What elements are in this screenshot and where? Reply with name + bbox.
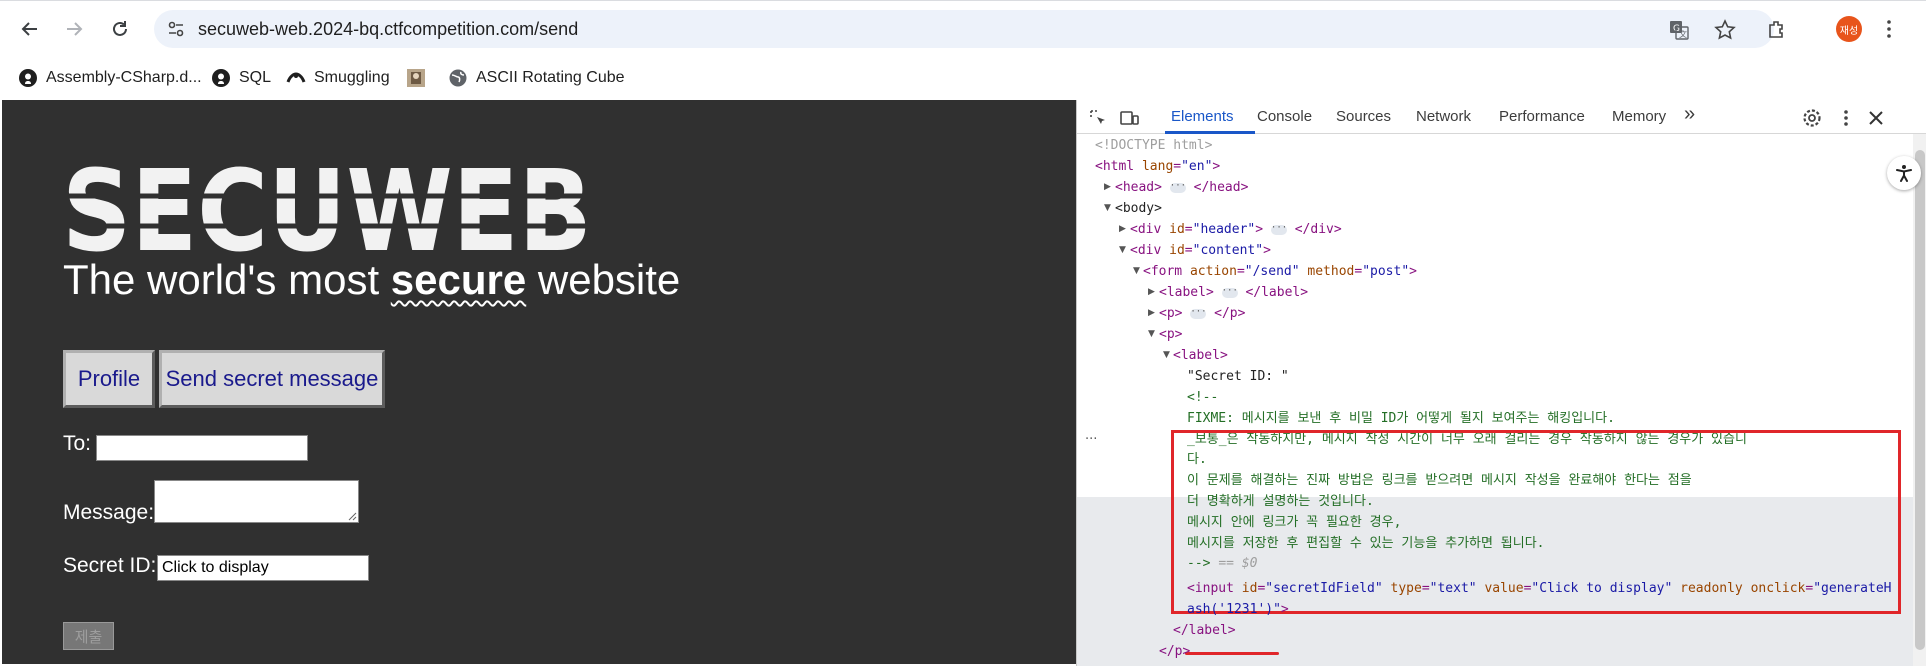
github-icon	[211, 68, 231, 88]
resize-handle-icon[interactable]	[348, 512, 357, 521]
devtools-tabbar: Elements Console Sources Network Perform…	[1077, 100, 1926, 134]
message-label: Message:	[63, 501, 155, 524]
bookmark-star-icon[interactable]	[1714, 19, 1736, 41]
address-bar[interactable]: secuweb-web.2024-bq.ctfcompetition.com/s…	[154, 10, 1774, 48]
collapsed-ellipsis-icon[interactable]: ···	[1169, 181, 1186, 193]
hash-argument-underline	[1185, 652, 1279, 655]
bookmark-ascii-cube[interactable]: ASCII Rotating Cube	[448, 64, 625, 92]
bookmark-label: Assembly-CSharp.d...	[46, 69, 202, 86]
secuweb-logo: SECUWEB	[62, 162, 592, 262]
scroll-thumb[interactable]	[1915, 150, 1925, 650]
collapse-triangle-icon[interactable]: ▼	[1163, 350, 1170, 360]
extensions-icon[interactable]	[1766, 18, 1788, 40]
arrow-left-icon	[21, 22, 37, 36]
comment-line-0: <!--	[1187, 390, 1219, 405]
expand-triangle-icon[interactable]: ▶	[1104, 182, 1111, 192]
expand-triangle-icon[interactable]: ▶	[1148, 308, 1155, 318]
label-close-line[interactable]: </label>	[1173, 621, 1236, 641]
site-settings-icon[interactable]	[166, 19, 186, 39]
div-content-line[interactable]: <div id="content">	[1130, 241, 1271, 261]
back-button[interactable]	[12, 11, 48, 47]
secret-id-label: Secret ID:	[63, 554, 157, 577]
settings-gear-icon[interactable]	[1801, 107, 1823, 129]
node-actions-dots-icon[interactable]: ···	[1085, 432, 1097, 447]
translate-icon[interactable]: G文	[1668, 19, 1690, 41]
tab-sources[interactable]: Sources	[1336, 108, 1391, 125]
to-label: To:	[63, 432, 92, 455]
bookmark-label: SQL	[239, 69, 272, 86]
p-close-line[interactable]: </p>	[1159, 642, 1190, 662]
more-vert-icon[interactable]	[1878, 18, 1900, 40]
tab-memory[interactable]: Memory	[1612, 108, 1666, 125]
smuggling-icon	[286, 68, 306, 88]
collapse-triangle-icon[interactable]: ▼	[1133, 266, 1140, 276]
comment-line-1: FIXME: 메시지를 보낸 후 비밀 ID가 어떻게 될지 보여주는 해킹입니…	[1187, 411, 1615, 426]
tab-console[interactable]: Console	[1257, 108, 1312, 125]
expand-triangle-icon[interactable]: ▶	[1148, 287, 1155, 297]
accessibility-icon	[1896, 165, 1912, 182]
to-field[interactable]	[96, 435, 308, 461]
body-line[interactable]: <body>	[1115, 199, 1162, 219]
input-line[interactable]: <input id="secretIdField" type="text" va…	[1187, 579, 1892, 599]
inspect-element-icon[interactable]	[1087, 107, 1109, 129]
svg-text:SECUWEB: SECUWEB	[62, 162, 592, 262]
html-line[interactable]: <html lang="en">	[1095, 157, 1220, 177]
bookmark-label: Smuggling	[314, 69, 390, 86]
reload-icon	[113, 21, 127, 36]
web-page: SECUWEB The world's most secure website …	[2, 100, 1076, 664]
bookmark-smuggling[interactable]: Smuggling	[286, 64, 390, 92]
arrow-right-icon	[67, 22, 83, 36]
doctype-line: <!DOCTYPE html>	[1095, 138, 1213, 153]
accessibility-tree-button[interactable]	[1887, 156, 1921, 190]
input-line-wrap[interactable]: ash('1231')">	[1187, 600, 1289, 620]
profile-button[interactable]: Profile	[63, 350, 155, 408]
tab-performance[interactable]: Performance	[1499, 108, 1585, 125]
collapse-triangle-icon[interactable]: ▼	[1148, 329, 1155, 339]
bookmark-assembly[interactable]: Assembly-CSharp.d...	[18, 64, 202, 92]
url-text[interactable]: secuweb-web.2024-bq.ctfcompetition.com/s…	[198, 19, 578, 40]
profile-avatar[interactable]: 재성	[1836, 16, 1862, 42]
tab-elements[interactable]: Elements	[1171, 108, 1234, 125]
bookmark-sql[interactable]: SQL	[211, 64, 271, 92]
devtools-panel: Elements Console Sources Network Perform…	[1076, 100, 1926, 666]
bookmark-label: ASCII Rotating Cube	[476, 69, 625, 86]
form-line[interactable]: <form action="/send" method="post">	[1143, 262, 1417, 282]
dom-scrollbar[interactable]	[1913, 134, 1926, 666]
collapse-triangle-icon[interactable]: ▼	[1119, 245, 1126, 255]
device-toolbar-icon[interactable]	[1119, 107, 1141, 129]
p-line[interactable]: <p> ··· </p>	[1159, 304, 1245, 324]
expand-triangle-icon[interactable]: ▶	[1119, 224, 1126, 234]
head-line[interactable]: <head> ··· </head>	[1115, 178, 1248, 198]
tab-network[interactable]: Network	[1416, 108, 1471, 125]
label-line[interactable]: <label> ··· </label>	[1159, 283, 1308, 303]
close-devtools-icon[interactable]	[1865, 107, 1887, 129]
secret-id-field[interactable]: Click to display	[157, 555, 369, 581]
collapse-triangle-icon[interactable]: ▼	[1104, 203, 1111, 213]
svg-text:文: 文	[1679, 29, 1687, 39]
forward-button[interactable]	[56, 11, 92, 47]
secret-id-text-node[interactable]: "Secret ID: "	[1187, 367, 1289, 387]
more-tabs-button[interactable]: »	[1684, 103, 1695, 126]
more-options-icon[interactable]	[1835, 107, 1857, 129]
collapsed-ellipsis-icon[interactable]: ···	[1190, 307, 1207, 319]
bookmarks-bar: Assembly-CSharp.d... SQL Smuggling ASCII…	[0, 56, 1926, 100]
div-header-line[interactable]: <div id="header"> ··· </div>	[1130, 220, 1342, 240]
collapsed-ellipsis-icon[interactable]: ···	[1221, 286, 1238, 298]
submit-button[interactable]: 제출	[63, 622, 114, 650]
image-thumbnail-icon	[406, 68, 426, 88]
tagline-emphasis: secure	[390, 256, 527, 303]
label-open-line[interactable]: <label>	[1173, 346, 1228, 366]
tagline: The world's most secure website	[63, 256, 681, 303]
browser-toolbar: secuweb-web.2024-bq.ctfcompetition.com/s…	[0, 0, 1926, 56]
reload-button[interactable]	[102, 11, 138, 47]
bookmark-image[interactable]	[406, 64, 434, 92]
globe-icon	[448, 68, 468, 88]
p-open-line[interactable]: <p>	[1159, 325, 1182, 345]
collapsed-ellipsis-icon[interactable]: ···	[1270, 223, 1287, 235]
dom-tree: <!DOCTYPE html> <html lang="en"> ▶ <head…	[1077, 134, 1913, 666]
github-icon	[18, 68, 38, 88]
message-textarea[interactable]	[154, 480, 359, 523]
send-secret-message-button[interactable]: Send secret message	[159, 350, 385, 408]
